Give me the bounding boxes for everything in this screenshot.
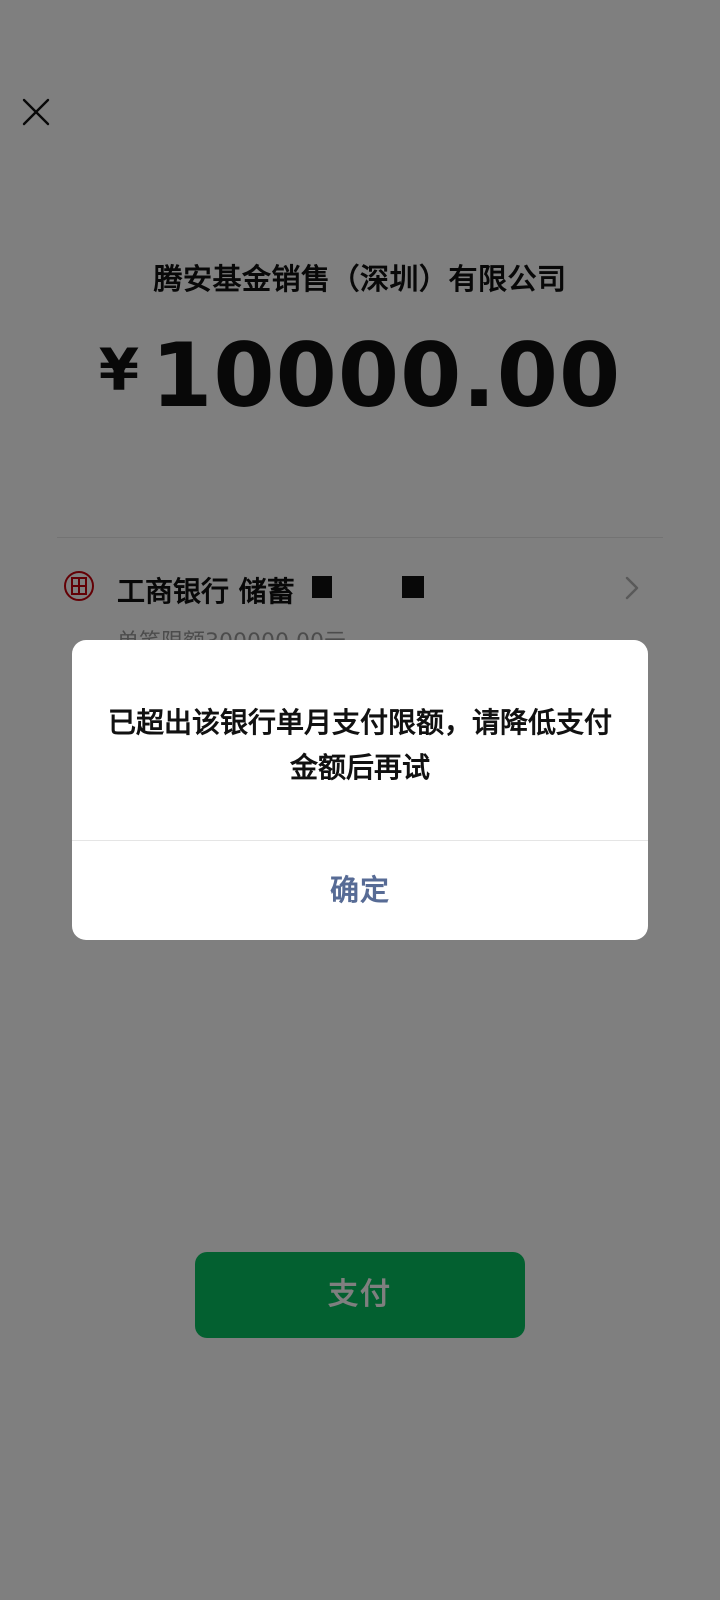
alert-dialog: 已超出该银行单月支付限额，请降低支付金额后再试 确定 xyxy=(72,640,648,940)
confirm-button[interactable]: 确定 xyxy=(72,841,648,940)
dialog-message: 已超出该银行单月支付限额，请降低支付金额后再试 xyxy=(108,706,613,784)
